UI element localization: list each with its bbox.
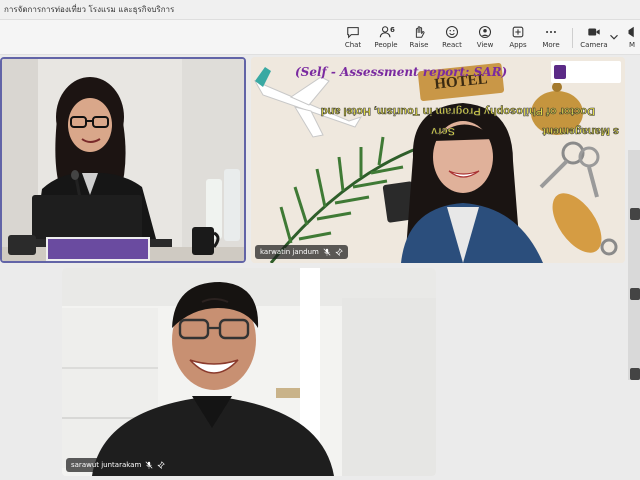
react-label: React	[442, 41, 462, 49]
sarawut-video	[62, 268, 436, 476]
more-label: More	[542, 41, 560, 49]
people-label: People	[374, 41, 398, 49]
mic-muted-icon	[145, 461, 153, 469]
more-button[interactable]: More	[534, 23, 568, 51]
camera-options-button[interactable]	[608, 23, 620, 51]
slide-line-management: s Management	[542, 125, 619, 138]
people-count-badge: 6	[390, 26, 395, 34]
university-logo	[551, 61, 621, 83]
podium-sign	[46, 237, 150, 261]
slide-line-serv: Serv	[431, 125, 455, 138]
pin-icon	[335, 248, 343, 256]
camera-label: Camera	[580, 41, 608, 49]
camera-icon	[588, 28, 600, 36]
people-button[interactable]: 6 People	[369, 23, 403, 51]
slide-line-program: Doctor of Philosophy Program in Tourism,…	[320, 105, 595, 118]
mic-muted-icon	[323, 248, 331, 256]
apps-button[interactable]: Apps	[501, 23, 535, 51]
apps-label: Apps	[509, 41, 527, 49]
side-tile[interactable]	[630, 368, 640, 380]
participant-name-tag: karwatin jandum	[255, 245, 348, 259]
video-tile-karwatin[interactable]: HOTEL (Self - Assessment report: SAR) Do…	[251, 57, 625, 263]
more-icon	[546, 30, 556, 34]
camera-button[interactable]: Camera	[577, 23, 611, 51]
side-participant-strip[interactable]	[628, 150, 640, 380]
raise-label: Raise	[409, 41, 429, 49]
chevron-down-icon	[610, 34, 618, 40]
chat-icon	[347, 27, 359, 39]
side-tile[interactable]	[630, 208, 640, 220]
raise-hand-icon	[415, 26, 425, 38]
smiley-icon	[445, 25, 459, 39]
view-icon	[478, 25, 492, 39]
video-tile-sarawut[interactable]: sarawut juntarakam	[62, 268, 436, 476]
view-button[interactable]: View	[468, 23, 502, 51]
microphone-icon	[628, 26, 634, 38]
apps-icon	[512, 26, 524, 38]
mic-label: M	[628, 41, 636, 49]
chat-label: Chat	[344, 41, 362, 49]
side-tile[interactable]	[630, 288, 640, 300]
chat-button[interactable]: Chat	[336, 23, 370, 51]
participant-name: karwatin jandum	[260, 248, 319, 256]
slide-title: (Self - Assessment report: SAR)	[295, 65, 508, 79]
participant-name-tag: sarawut juntarakam	[66, 458, 171, 472]
presenter-video	[2, 59, 244, 261]
raise-hand-button[interactable]: Raise	[402, 23, 436, 51]
view-label: View	[476, 41, 494, 49]
pin-icon	[157, 461, 166, 469]
react-button[interactable]: React	[435, 23, 469, 51]
mic-button[interactable]: M	[624, 23, 640, 51]
meeting-toolbar: Chat 6 People Raise React View Apps More…	[0, 20, 640, 55]
window-title: การจัดการการท่องเที่ยว โรงแรม และธุรกิจบ…	[0, 0, 640, 20]
logo-mark	[554, 65, 566, 79]
toolbar-divider	[572, 28, 573, 48]
participant-name: sarawut juntarakam	[71, 461, 142, 469]
video-tile-presenter[interactable]	[0, 57, 246, 263]
